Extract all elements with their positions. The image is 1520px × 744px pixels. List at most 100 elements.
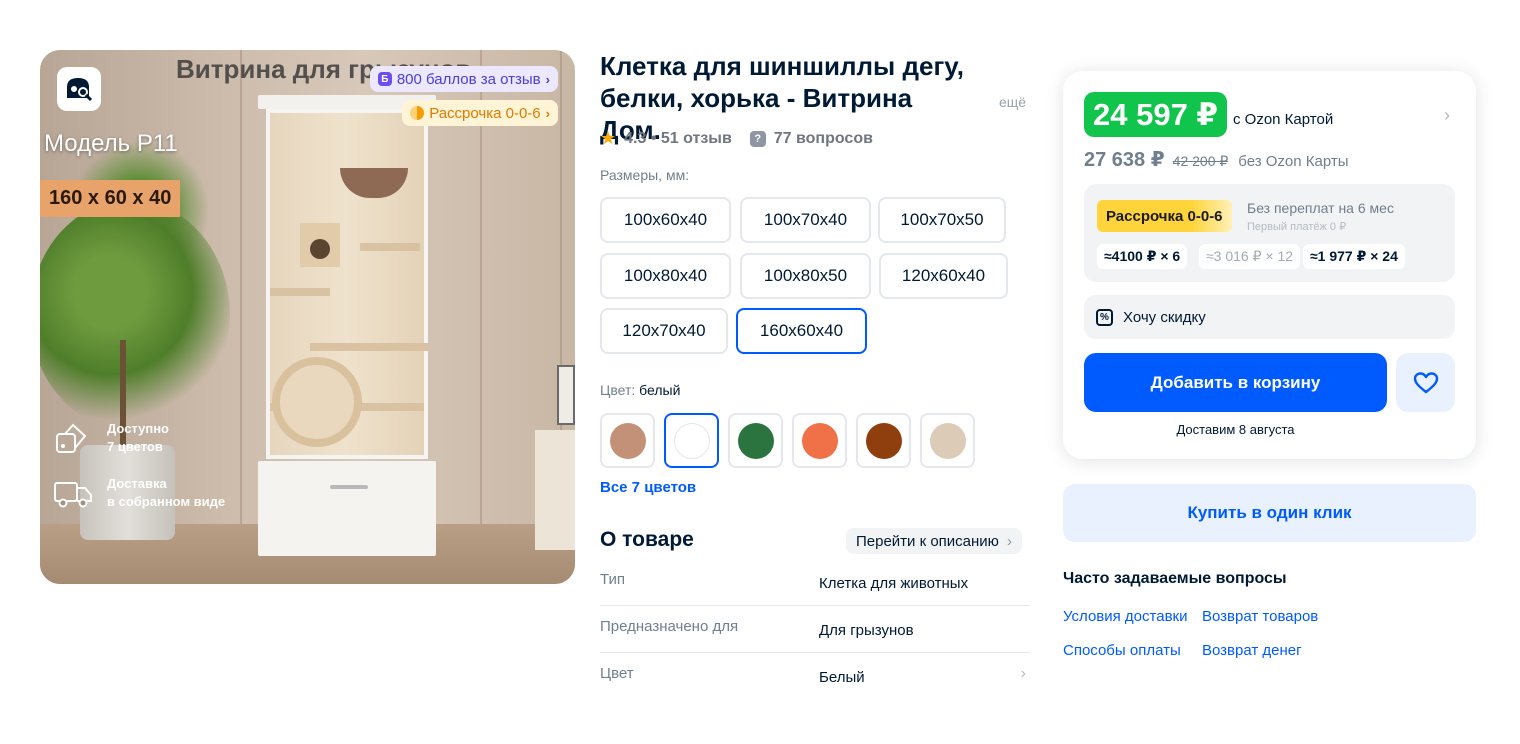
questions-count[interactable]: 77 вопросов [774,130,873,148]
color-swatch[interactable] [856,413,911,468]
delivery-date: Доставим 8 августа [1176,422,1295,437]
sideboard [535,430,575,550]
size-option[interactable]: 120x60x40 [879,253,1008,299]
hammock [340,168,408,198]
installment-chip[interactable]: ≈1 977 ₽ × 24 [1303,244,1405,269]
installment-badge[interactable]: Рассрочка 0-0-6 › [402,100,558,126]
all-colors-link[interactable]: Все 7 цветов [600,479,696,496]
swatch-fill [801,422,838,459]
review-points-text: 800 баллов за отзыв [396,70,541,88]
search-face-icon [67,78,93,102]
house-hole [310,239,330,259]
cage-shelf [310,343,428,351]
feature-delivery: Доставка в собранном виде [53,475,225,511]
ozon-card-note: с Ozon Картой [1233,111,1334,128]
feature-delivery-line1: Доставка [107,476,167,491]
installment-label: Рассрочка 0-0-6 [1097,200,1232,232]
installment-first-payment: Первый платёж 0 ₽ [1247,221,1347,233]
plant-foliage [40,200,230,430]
color-swatch[interactable] [920,413,975,468]
about-section-title: О товаре [600,528,694,551]
size-option[interactable]: 100x60x40 [600,197,731,243]
colors-swatch-icon [56,423,87,453]
spec-row[interactable]: Цвет Белый › [600,653,1030,700]
chevron-right-icon: › [1006,532,1012,550]
rating-row[interactable]: ★ 4.3 • 51 отзыв ? 77 вопросов [600,128,873,149]
add-to-cart-button[interactable]: Добавить в корзину [1084,353,1387,412]
star-icon: ★ [600,128,617,148]
wall-picture [557,365,575,425]
brand-logo [57,67,101,111]
faq-link-delivery[interactable]: Условия доставки [1063,608,1187,625]
installment-chip[interactable]: ≈4100 ₽ × 6 [1097,244,1188,269]
size-option[interactable]: 100x80x50 [740,253,871,299]
installment-box[interactable]: Рассрочка 0-0-6 Без переплат на 6 мес Пе… [1084,184,1455,282]
dimensions-badge: 160 x 60 x 40 [40,180,181,217]
installment-chip[interactable]: ≈3 016 ₽ × 12 [1199,244,1301,269]
product-image[interactable]: Витрина для грызунов Модель Р11 160 x 60… [40,50,575,584]
color-label-value: белый [639,382,681,398]
cage-wheel [272,357,362,447]
installment-description: Без переплат на 6 мес [1247,200,1394,216]
faq-link-returns[interactable]: Возврат товаров [1202,608,1318,625]
go-to-description-label: Перейти к описанию [856,532,999,550]
feature-delivery-line2: в собранном виде [107,494,226,509]
swatch-fill [929,422,966,459]
spec-value: Для грызунов [819,622,914,639]
size-option[interactable]: 100x70x50 [878,197,1006,243]
color-swatch[interactable] [792,413,847,468]
size-option[interactable]: 120x70x40 [600,308,728,354]
spec-row: Предназначено для Для грызунов [600,606,1030,653]
cage-house [300,223,340,267]
heart-icon [1413,371,1438,393]
size-option[interactable]: 100x80x40 [600,253,731,299]
feature-colors-line2: 7 цветов [107,439,163,454]
rating-text[interactable]: 4.3 • 51 отзыв [624,130,732,148]
chevron-right-icon[interactable]: › [1444,105,1450,126]
sizes-label: Размеры, мм: [600,167,690,183]
go-to-description-button[interactable]: Перейти к описанию › [846,528,1022,554]
chevron-right-icon: › [1020,665,1026,682]
percent-icon: % [1096,308,1113,326]
color-label-key: Цвет: [600,382,636,398]
color-label: Цвет: белый [600,382,680,398]
old-price: 42 200 ₽ [1172,153,1229,169]
size-option-selected[interactable]: 160x60x40 [736,308,867,354]
buy-one-click-button[interactable]: Купить в один клик [1063,484,1476,542]
color-swatch[interactable] [600,413,655,468]
chevron-right-icon: › [545,71,550,87]
installment-icon [410,106,425,120]
faq-link-refund[interactable]: Возврат денег [1202,642,1302,659]
wall-panel-line [480,50,482,584]
faq-link-payment[interactable]: Способы оплаты [1063,642,1181,659]
swatch-fill [673,422,710,459]
spec-value: Белый [819,669,865,686]
feature-colors: Доступно 7 цветов [53,420,169,456]
feature-colors-line1: Доступно [107,421,169,436]
price-card: 24 597 ₽ с Ozon Картой › 27 638 ₽ 42 200… [1063,71,1476,459]
title-fade [940,84,988,116]
swatch-fill [609,422,646,459]
swatch-fill [865,422,902,459]
wall-panel-line [240,50,242,584]
installment-badge-text: Рассрочка 0-0-6 [429,104,541,122]
favorite-button[interactable] [1396,353,1455,412]
cage-shelf [270,288,330,296]
chevron-right-icon: › [545,105,550,121]
swatch-fill [737,422,774,459]
faq-title: Часто задаваемые вопросы [1063,570,1287,587]
ozon-card-price[interactable]: 24 597 ₽ [1084,92,1227,137]
price-without-card-row: 27 638 ₽ 42 200 ₽ без Ozon Карты [1084,147,1349,172]
delivery-truck-icon [54,482,92,508]
review-points-badge[interactable]: Б 800 баллов за отзыв › [369,66,558,92]
cage-drawer [258,461,436,556]
color-swatch-selected[interactable] [664,413,719,468]
spec-key: Тип [600,571,626,588]
size-option[interactable]: 100x70x40 [740,197,871,243]
price-without-card: 27 638 ₽ [1084,149,1165,171]
title-more-link[interactable]: ещё [999,94,1026,110]
color-swatch[interactable] [728,413,783,468]
want-discount-button[interactable]: % Хочу скидку [1084,295,1455,339]
model-label: Модель Р11 [44,130,178,157]
points-icon: Б [377,72,392,86]
